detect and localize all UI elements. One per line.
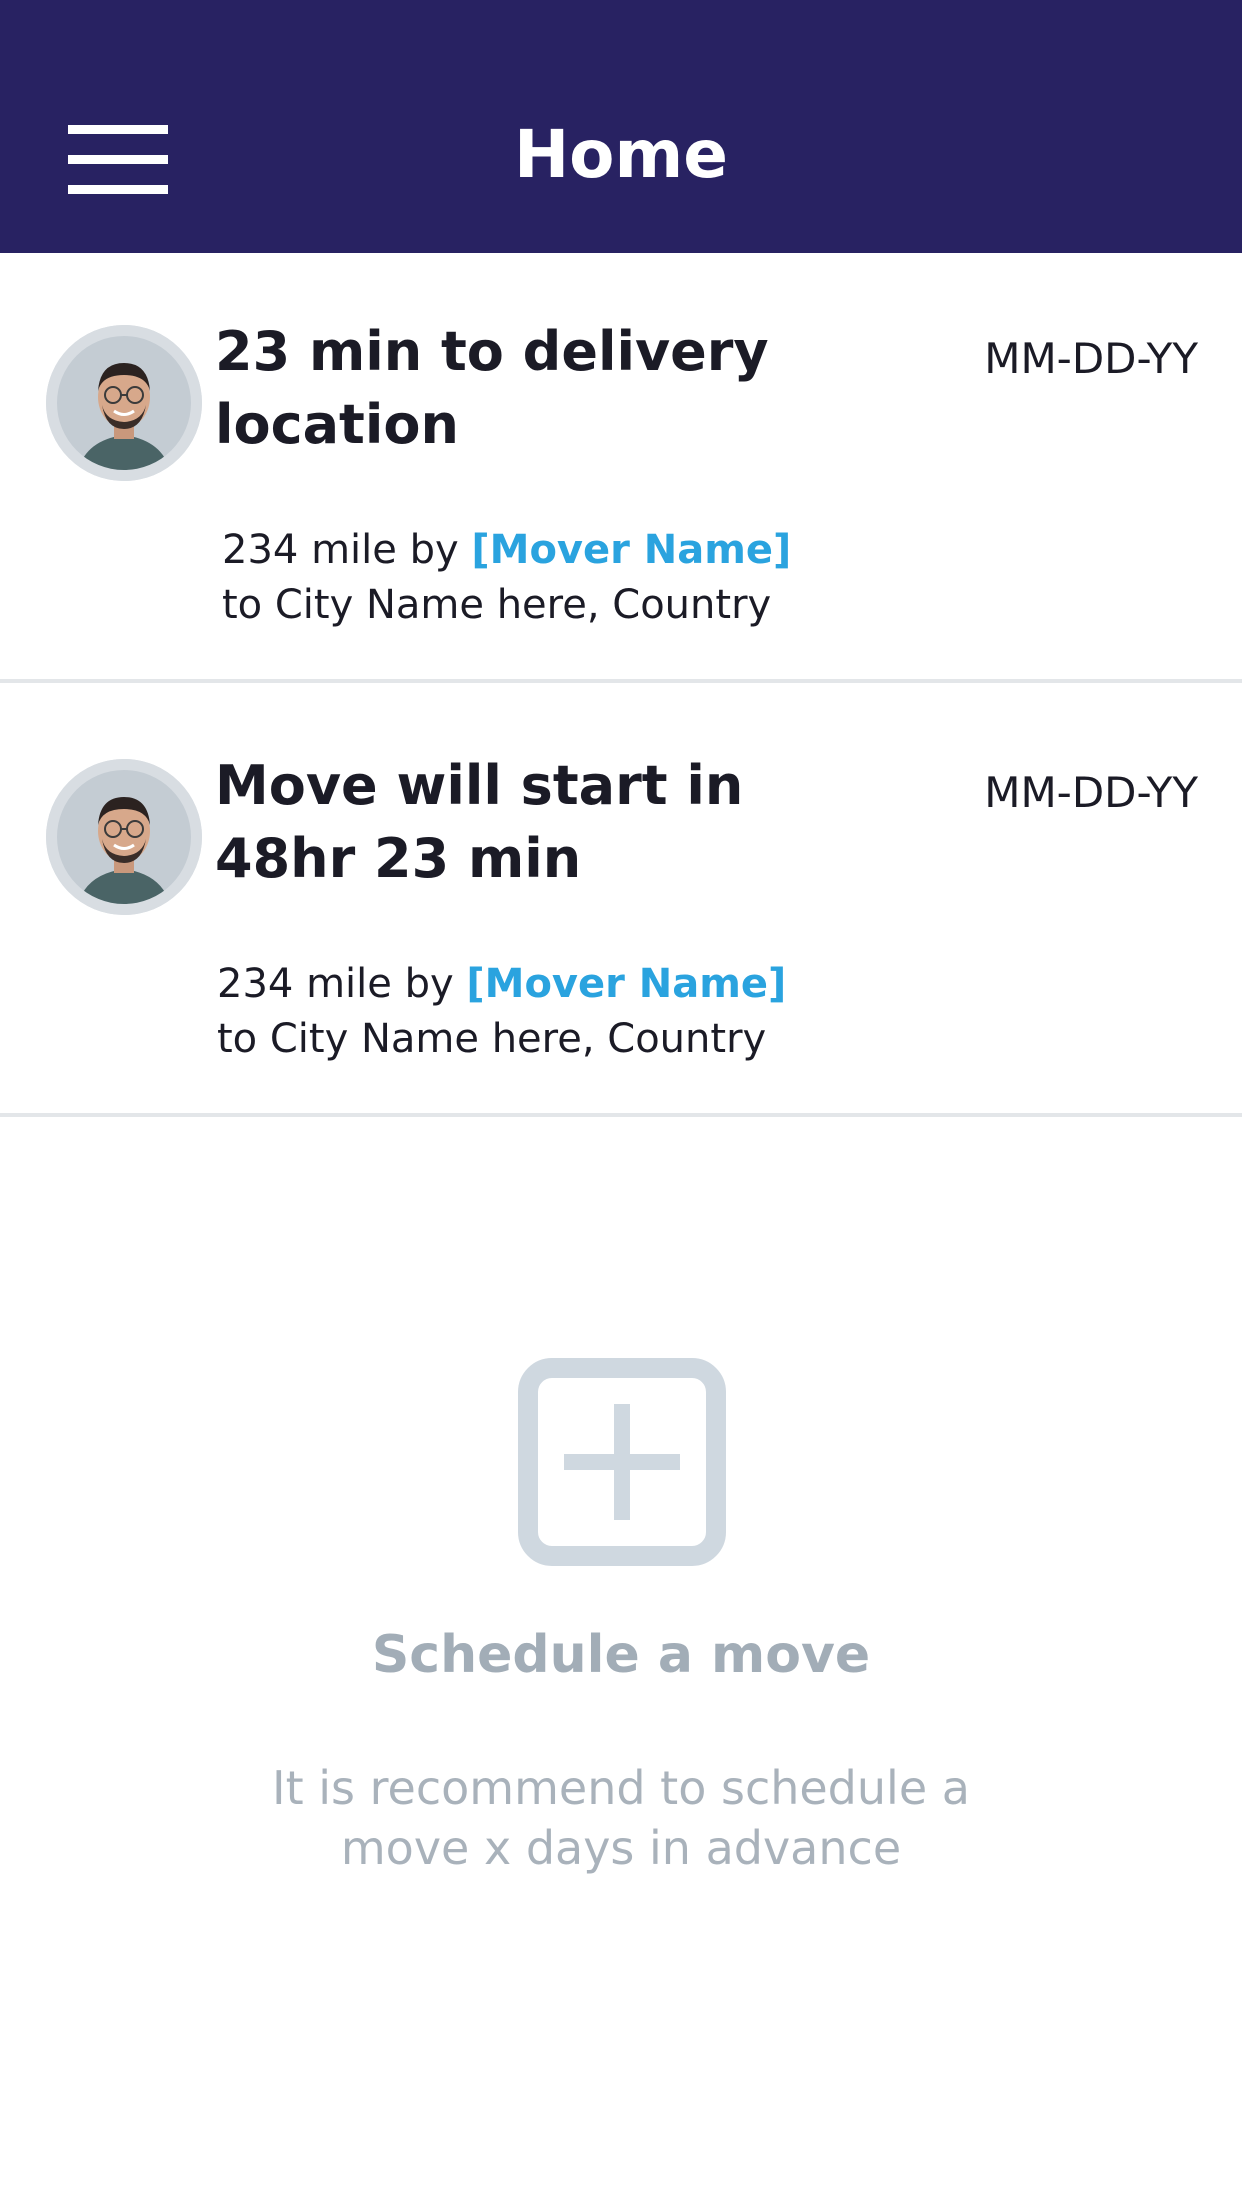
- move-details: 234 mile by [Mover Name] to City Name he…: [222, 523, 1172, 633]
- move-destination: to City Name here, Country: [217, 1016, 767, 1062]
- move-status-title: Move will start in 48hr 23 min: [215, 754, 744, 890]
- avatar: [46, 325, 202, 481]
- move-details: 234 mile by [Mover Name] to City Name he…: [217, 957, 1167, 1067]
- schedule-move-hint: It is recommend to schedule a move x day…: [272, 1761, 970, 1875]
- move-status-title: 23 min to delivery location: [215, 320, 769, 456]
- page-title: Home: [513, 116, 729, 193]
- move-distance-line: 234 mile by [Mover Name]: [222, 523, 1172, 578]
- person-avatar-icon: [46, 759, 202, 915]
- schedule-move-button[interactable]: Schedule a move It is recommend to sched…: [0, 1340, 1242, 1900]
- move-date: MM-DD-YY: [984, 334, 1198, 383]
- move-distance-line: 234 mile by [Mover Name]: [217, 957, 1167, 1012]
- move-distance-text: 234 mile by: [222, 527, 459, 573]
- app-screen: Home 23 min to delivery location MM-DD-Y…: [0, 0, 1242, 2208]
- mover-name-link[interactable]: [Mover Name]: [471, 527, 791, 573]
- mover-name-link[interactable]: [Mover Name]: [466, 961, 786, 1007]
- move-card[interactable]: 23 min to delivery location MM-DD-YY 234…: [0, 253, 1242, 683]
- person-avatar-icon: [46, 325, 202, 481]
- move-date: MM-DD-YY: [984, 768, 1198, 817]
- move-destination: to City Name here, Country: [222, 582, 772, 628]
- move-distance-text: 234 mile by: [217, 961, 454, 1007]
- app-header: Home: [0, 0, 1242, 253]
- move-card[interactable]: Move will start in 48hr 23 min MM-DD-YY …: [0, 687, 1242, 1117]
- avatar: [46, 759, 202, 915]
- schedule-move-title: Schedule a move: [371, 1625, 871, 1685]
- add-square-icon[interactable]: [518, 1358, 726, 1566]
